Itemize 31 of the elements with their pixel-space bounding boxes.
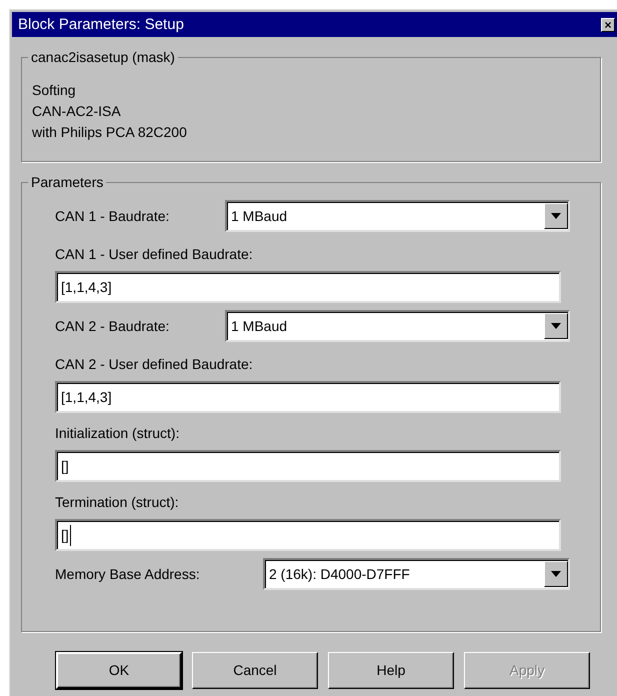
group-title: canac2isasetup (mask) <box>30 48 176 67</box>
input-field[interactable]: [1,1,4,3] <box>55 381 561 413</box>
dropdown[interactable]: 1 MBaud <box>225 310 570 342</box>
dropdown[interactable]: 1 MBaud <box>225 200 570 232</box>
field-label: CAN 2 - Baudrate: <box>55 316 170 336</box>
input-field[interactable]: [] <box>55 450 561 482</box>
field-label: CAN 2 - User defined Baudrate: <box>55 355 253 374</box>
field-value: 1 MBaud <box>231 206 288 226</box>
input-field[interactable]: [1,1,4,3] <box>55 271 561 303</box>
dialog-button[interactable]: Help <box>328 652 454 689</box>
description-text: with Philips PCA 82C200 <box>32 123 187 142</box>
close-button[interactable]: × <box>601 18 615 32</box>
field-value: [] <box>61 456 69 476</box>
field-label: Initialization (struct): <box>55 424 180 443</box>
group-title: Parameters <box>30 173 104 192</box>
field-value: [1,1,4,3] <box>61 278 112 297</box>
field-value: 2 (16k): D4000-D7FFF <box>269 564 411 584</box>
window-title: Block Parameters: Setup <box>18 17 184 32</box>
field-value: 1 MBaud <box>231 316 288 336</box>
field-label: Termination (struct): <box>55 493 179 512</box>
dialog-button[interactable]: OK <box>56 652 182 689</box>
field-value: [] <box>61 524 71 546</box>
field-label: Memory Base Address: <box>55 564 201 584</box>
input-field[interactable]: [] <box>55 519 561 551</box>
dropdown[interactable]: 2 (16k): D4000-D7FFF <box>263 558 570 590</box>
description-text: CAN-AC2-ISA <box>32 102 121 121</box>
field-value: [1,1,4,3] <box>61 388 112 407</box>
field-label: CAN 1 - User defined Baudrate: <box>55 245 253 264</box>
dialog-button[interactable]: Cancel <box>192 652 318 689</box>
field-label: CAN 1 - Baudrate: <box>55 206 170 226</box>
description-text: Softing <box>32 81 76 100</box>
